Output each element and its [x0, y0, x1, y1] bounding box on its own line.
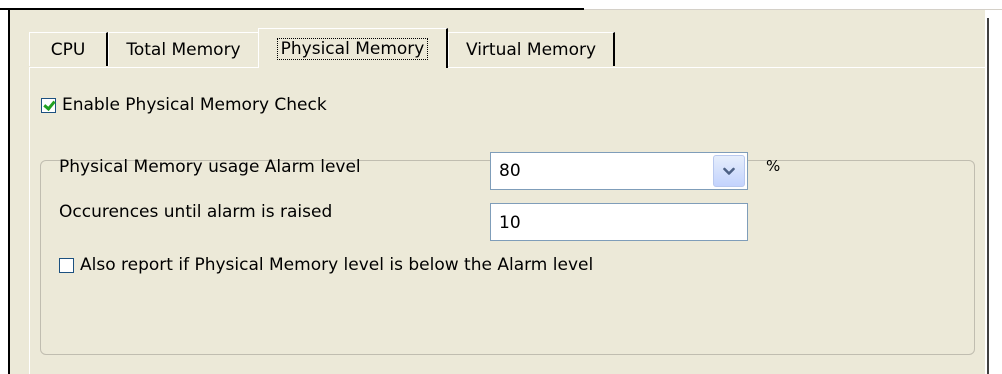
enable-physical-memory-label: Enable Physical Memory Check	[62, 95, 327, 115]
tab-strip: CPU Total Memory Physical Memory Virtual…	[29, 28, 629, 68]
tab-total-memory[interactable]: Total Memory	[108, 32, 260, 66]
report-below-alarm-checkbox[interactable]	[59, 257, 74, 273]
alarm-level-label: Physical Memory usage Alarm level	[59, 157, 361, 177]
tab-virtual-memory-label: Virtual Memory	[465, 39, 597, 60]
occurrences-label: Occurences until alarm is raised	[59, 202, 333, 222]
report-below-alarm-label: Also report if Physical Memory level is …	[80, 255, 594, 275]
window-top-edge	[0, 8, 584, 10]
enable-check-row[interactable]: Enable Physical Memory Check	[41, 95, 327, 115]
tab-physical-memory[interactable]: Physical Memory	[258, 28, 448, 68]
tab-physical-memory-label: Physical Memory	[276, 37, 429, 60]
window-left-edge	[8, 9, 10, 374]
tab-cpu[interactable]: CPU	[29, 32, 108, 66]
chevron-down-icon	[723, 167, 735, 175]
window-right-margin	[989, 10, 1002, 374]
occurrences-value: 10	[499, 213, 521, 233]
alarm-level-combobox[interactable]: 80	[490, 152, 748, 190]
alarm-level-dropdown-button[interactable]	[713, 155, 745, 187]
alarm-level-unit: %	[766, 157, 781, 175]
tab-virtual-memory[interactable]: Virtual Memory	[448, 32, 615, 66]
tab-total-memory-label: Total Memory	[126, 39, 241, 60]
enable-physical-memory-checkbox[interactable]	[41, 97, 56, 113]
alarm-level-value: 80	[499, 161, 521, 181]
window-top-edge-right	[584, 9, 1002, 10]
report-check-row[interactable]: Also report if Physical Memory level is …	[59, 255, 593, 275]
tab-cpu-label: CPU	[50, 39, 86, 60]
occurrences-input[interactable]: 10	[490, 203, 748, 241]
